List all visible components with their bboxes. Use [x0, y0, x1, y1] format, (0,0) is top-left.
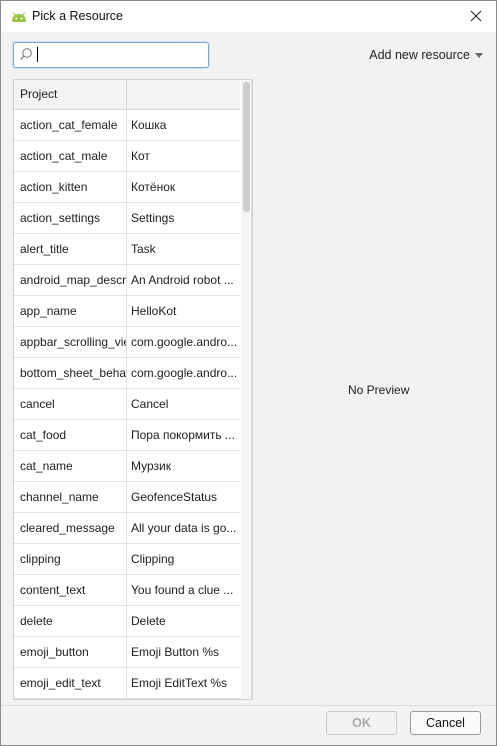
resource-value: Task — [131, 242, 156, 256]
resource-name: cancel — [14, 389, 127, 419]
column-header-project[interactable]: Project — [14, 80, 127, 109]
list-row[interactable]: cat_food Пора покормить ... — [14, 420, 240, 451]
resource-name: emoji_text_view — [14, 699, 127, 700]
list-row[interactable]: channel_name GeofenceStatus — [14, 482, 240, 513]
list-row[interactable]: action_settings Settings — [14, 203, 240, 234]
window-title: Pick a Resource — [32, 9, 124, 23]
resource-name: cleared_message — [14, 513, 127, 543]
search-input[interactable] — [40, 45, 200, 63]
list-header: Project — [14, 80, 240, 110]
resource-name: cat_name — [14, 451, 127, 481]
resource-name: app_name — [14, 296, 127, 326]
add-new-resource-label: Add new resource — [369, 48, 470, 62]
list-row[interactable]: emoji_text_viewEmoji TextView %s — [14, 699, 240, 700]
resource-value: com.google.andro... — [131, 366, 238, 380]
list-row[interactable]: emoji_button Emoji Button %s — [14, 637, 240, 668]
resource-name: emoji_button — [14, 637, 127, 667]
list-row[interactable]: content_text You found a clue ... — [14, 575, 240, 606]
list-row[interactable]: alert_title Task — [14, 234, 240, 265]
cancel-button[interactable]: Cancel — [410, 711, 481, 735]
resource-name: alert_title — [14, 234, 127, 264]
list-rows: action_cat_female Кошка action_cat_male Кот… — [14, 110, 240, 700]
resource-name: action_settings — [14, 203, 127, 233]
resource-value: Emoji Button %s — [131, 645, 220, 659]
resource-value: Котёнок — [131, 180, 176, 194]
resource-name: content_text — [14, 575, 127, 605]
resource-name: cat_food — [14, 420, 127, 450]
text-caret — [37, 47, 38, 62]
list-row[interactable]: bottom_sheet_behavior com.google.andro... — [14, 358, 240, 389]
resource-value: All your data is go... — [131, 521, 237, 535]
resource-value: Пора покормить ... — [131, 428, 235, 442]
column-header-value[interactable] — [128, 80, 240, 109]
list-row[interactable]: android_map_description An Android robot … — [14, 265, 240, 296]
resource-name: action_kitten — [14, 172, 127, 202]
resource-value: Кот — [131, 149, 150, 163]
resource-value: Cancel — [131, 397, 169, 411]
resource-value: Clipping — [131, 552, 175, 566]
resource-value: Emoji EditText %s — [131, 676, 228, 690]
resource-value: Delete — [131, 614, 166, 628]
resource-name: emoji_edit_text — [14, 668, 127, 698]
list-row[interactable]: cancel Cancel — [14, 389, 240, 420]
list-scrollbar[interactable] — [241, 80, 251, 699]
resource-value: You found a clue ... — [131, 583, 234, 597]
resource-value: com.google.andro... — [131, 335, 238, 349]
resource-name: channel_name — [14, 482, 127, 512]
search-icon — [19, 47, 33, 61]
resource-value: Settings — [131, 211, 175, 225]
footer-divider — [1, 705, 496, 706]
ok-button[interactable]: OK — [326, 711, 397, 735]
title-bar: Pick a Resource — [1, 1, 496, 32]
list-row[interactable]: action_cat_male Кот — [14, 141, 240, 172]
resource-list: Project action_cat_female Кошка action_cat… — [13, 79, 253, 700]
resource-name: android_map_description — [14, 265, 127, 295]
chevron-down-icon — [475, 53, 483, 58]
resource-name: delete — [14, 606, 127, 636]
resource-name: clipping — [14, 544, 127, 574]
list-row[interactable]: delete Delete — [14, 606, 240, 637]
list-row[interactable]: emoji_edit_text Emoji EditText %s — [14, 668, 240, 699]
preview-divider — [251, 79, 252, 698]
resource-value: Emoji TextView %s — [127, 699, 240, 700]
android-icon — [10, 9, 28, 23]
resource-value: HelloKot — [131, 304, 177, 318]
add-new-resource-dropdown[interactable]: Add new resource — [369, 48, 483, 62]
list-row[interactable]: appbar_scrolling_view_behavior com.google… — [14, 327, 240, 358]
list-row[interactable]: cleared_message All your data is go... — [14, 513, 240, 544]
list-row[interactable]: action_cat_female Кошка — [14, 110, 240, 141]
resource-value: Кошка — [131, 118, 167, 132]
list-row[interactable]: clipping Clipping — [14, 544, 240, 575]
preview-placeholder: No Preview — [348, 383, 410, 397]
resource-name: appbar_scrolling_view_behavior — [14, 327, 127, 357]
pick-resource-dialog: Pick a Resource Add new resource Project… — [0, 0, 497, 746]
list-row[interactable]: cat_name Мурзик — [14, 451, 240, 482]
list-row[interactable]: action_kitten Котёнок — [14, 172, 240, 203]
resource-name: bottom_sheet_behavior — [14, 358, 127, 388]
resource-name: action_cat_male — [14, 141, 127, 171]
close-icon[interactable] — [464, 5, 488, 27]
scrollbar-thumb[interactable] — [243, 82, 250, 212]
resource-value: Мурзик — [131, 459, 171, 473]
resource-name: action_cat_female — [14, 110, 127, 140]
resource-value: An Android robot ... — [131, 273, 234, 287]
resource-value: GeofenceStatus — [131, 490, 218, 504]
list-row[interactable]: app_name HelloKot — [14, 296, 240, 327]
search-field[interactable] — [13, 42, 209, 68]
